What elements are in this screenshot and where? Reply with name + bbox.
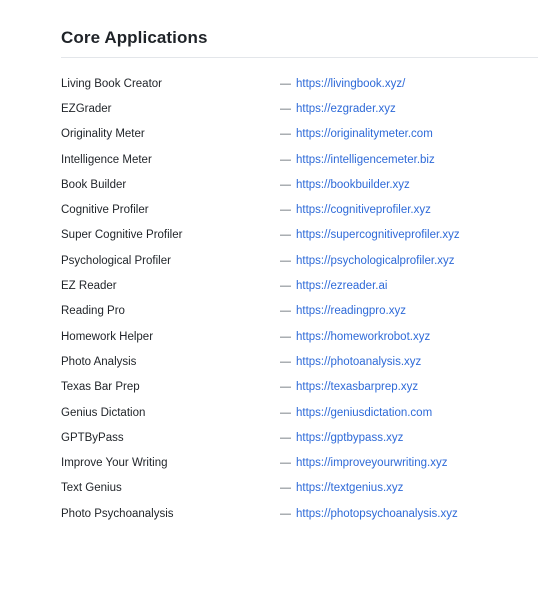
list-item: Living Book Creator — https://livingbook… [61,71,538,96]
app-list: Living Book Creator — https://livingbook… [61,71,538,526]
app-name: Originality Meter [61,128,145,141]
list-item: Text Genius — https://textgenius.xyz [61,476,538,501]
app-link[interactable]: https://livingbook.xyz/ [296,78,405,90]
app-name: Super Cognitive Profiler [61,229,183,242]
app-name: Homework Helper [61,330,154,343]
app-name: Photo Psychoanalysis [61,507,174,520]
list-item: Texas Bar Prep — https://texasbarprep.xy… [61,375,538,400]
app-name: Intelligence Meter [61,153,152,166]
list-item: Intelligence Meter — https://intelligenc… [61,147,538,172]
list-item: Cognitive Profiler — https://cognitivepr… [61,197,538,222]
list-item: EZGrader — https://ezgrader.xyz [61,96,538,121]
separator-dash: — [280,128,291,141]
separator-dash: — [280,178,291,191]
list-item: Originality Meter — https://originalitym… [61,122,538,147]
app-name: Genius Dictation [61,406,146,419]
separator-dash: — [280,280,291,293]
app-link[interactable]: https://readingpro.xyz [296,305,406,317]
app-name: Reading Pro [61,305,125,318]
app-link[interactable]: https://originalitymeter.com [296,128,433,140]
separator-dash: — [280,102,291,115]
separator-dash: — [280,153,291,166]
list-item: Photo Psychoanalysis — https://photopsyc… [61,501,538,526]
separator-dash: — [280,355,291,368]
list-item: EZ Reader — https://ezreader.ai [61,273,538,298]
separator-dash: — [280,254,291,267]
app-name: Living Book Creator [61,77,162,90]
list-item: Photo Analysis — https://photoanalysis.x… [61,349,538,374]
app-link[interactable]: https://psychologicalprofiler.xyz [296,255,455,267]
app-name: Improve Your Writing [61,457,168,470]
list-item: Reading Pro — https://readingpro.xyz [61,299,538,324]
app-link[interactable]: https://ezgrader.xyz [296,103,396,115]
separator-dash: — [280,330,291,343]
app-link[interactable]: https://photopsychoanalysis.xyz [296,508,458,520]
app-link[interactable]: https://textgenius.xyz [296,482,403,494]
list-item: Book Builder — https://bookbuilder.xyz [61,172,538,197]
separator-dash: — [280,457,291,470]
separator-dash: — [280,507,291,520]
separator-dash: — [280,482,291,495]
app-name: EZGrader [61,102,112,115]
app-name: Texas Bar Prep [61,381,140,394]
separator-dash: — [280,406,291,419]
app-link[interactable]: https://ezreader.ai [296,280,387,292]
list-item: Homework Helper — https://homeworkrobot.… [61,324,538,349]
list-item: Genius Dictation — https://geniusdictati… [61,400,538,425]
app-link[interactable]: https://supercognitiveprofiler.xyz [296,229,460,241]
app-name: EZ Reader [61,280,117,293]
separator-dash: — [280,77,291,90]
separator-dash: — [280,381,291,394]
app-link[interactable]: https://intelligencemeter.biz [296,154,435,166]
app-link[interactable]: https://cognitiveprofiler.xyz [296,204,431,216]
app-link[interactable]: https://bookbuilder.xyz [296,179,410,191]
list-item: GPTByPass — https://gptbypass.xyz [61,425,538,450]
app-link[interactable]: https://geniusdictation.com [296,407,432,419]
app-link[interactable]: https://texasbarprep.xyz [296,381,418,393]
app-name: Photo Analysis [61,355,137,368]
app-link[interactable]: https://photoanalysis.xyz [296,356,421,368]
app-name: Book Builder [61,178,127,191]
list-item: Psychological Profiler — https://psychol… [61,248,538,273]
separator-dash: — [280,229,291,242]
app-name: GPTByPass [61,431,124,444]
app-name: Text Genius [61,482,122,495]
separator-dash: — [280,204,291,217]
separator-dash: — [280,431,291,444]
app-name: Psychological Profiler [61,254,171,267]
app-link[interactable]: https://gptbypass.xyz [296,432,403,444]
app-name: Cognitive Profiler [61,204,149,217]
list-item: Improve Your Writing — https://improveyo… [61,450,538,475]
separator-dash: — [280,305,291,318]
list-item: Super Cognitive Profiler — https://super… [61,223,538,248]
app-link[interactable]: https://homeworkrobot.xyz [296,331,430,343]
core-applications-section: Core Applications Living Book Creator — … [61,26,538,526]
app-link[interactable]: https://improveyourwriting.xyz [296,457,447,469]
section-title: Core Applications [61,26,538,58]
